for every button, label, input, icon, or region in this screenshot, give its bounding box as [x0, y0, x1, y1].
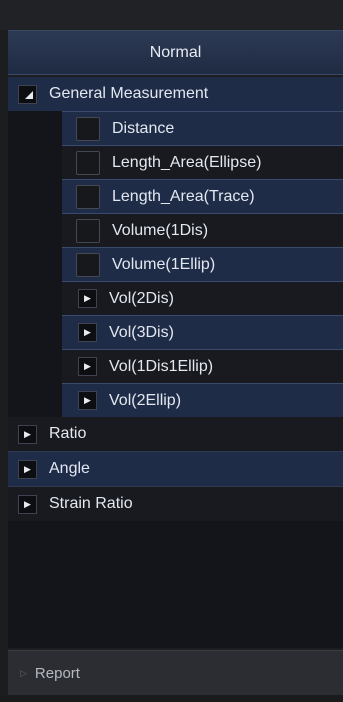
tree-item-volume-1ellip[interactable]: Volume(1Ellip) [62, 247, 343, 281]
tree-item-length-area-ellipse[interactable]: Length_Area(Ellipse) [62, 145, 343, 179]
report-label: Report [34, 664, 80, 682]
tree-item-vol-3dis[interactable]: ▶ Vol(3Dis) [62, 315, 343, 349]
tree-item-vol-2dis[interactable]: ▶ Vol(2Dis) [62, 281, 343, 315]
mode-title: Normal [149, 43, 202, 61]
tree-item-label: General Measurement [49, 85, 209, 102]
tree-item-label: Volume(1Ellip) [112, 255, 216, 273]
tree-item-vol-2ellip[interactable]: ▶ Vol(2Ellip) [62, 383, 343, 417]
tree-item-label: Vol(2Dis) [109, 289, 174, 307]
chevron-right-icon: ▷ [20, 667, 27, 678]
expanded-triangle-icon[interactable] [18, 84, 37, 104]
checkbox-icon[interactable] [76, 150, 100, 175]
tree-item-label: Vol(3Dis) [109, 323, 174, 341]
checkbox-icon[interactable] [76, 218, 100, 243]
checkbox-icon[interactable] [76, 184, 100, 209]
measurement-tree: General Measurement Distance Length_Area… [8, 77, 343, 648]
collapsed-triangle-icon[interactable]: ▶ [18, 494, 37, 514]
collapsed-triangle-icon[interactable]: ▶ [78, 357, 97, 376]
measurement-panel: Normal General Measurement Distance Leng… [0, 0, 343, 702]
tree-item-label: Volume(1Dis) [112, 221, 209, 239]
tree-item-label: Vol(2Ellip) [109, 391, 182, 409]
tree-item-length-area-trace[interactable]: Length_Area(Trace) [62, 179, 343, 213]
tree-item-label: Ratio [49, 425, 87, 442]
tree-item-label: Strain Ratio [49, 495, 133, 512]
collapsed-triangle-icon[interactable]: ▶ [78, 391, 97, 410]
tree-item-strain-ratio[interactable]: ▶ Strain Ratio [8, 487, 343, 521]
mode-header[interactable]: Normal [8, 30, 343, 75]
collapsed-triangle-icon[interactable]: ▶ [78, 323, 97, 342]
top-strip [0, 0, 343, 30]
report-section[interactable]: ▷ Report [8, 650, 343, 695]
collapsed-triangle-icon[interactable]: ▶ [78, 289, 97, 308]
tree-item-label: Distance [112, 119, 175, 137]
collapsed-triangle-icon[interactable]: ▶ [18, 424, 37, 444]
tree-item-distance[interactable]: Distance [62, 111, 343, 145]
tree-item-label: Length_Area(Ellipse) [112, 153, 262, 171]
tree-item-label: Angle [49, 460, 90, 477]
checkbox-icon[interactable] [76, 252, 100, 277]
tree-item-label: Vol(1Dis1Ellip) [109, 357, 214, 375]
tree-item-label: Length_Area(Trace) [112, 187, 255, 205]
tree-item-angle[interactable]: ▶ Angle [8, 452, 343, 486]
tree-item-volume-1dis[interactable]: Volume(1Dis) [62, 213, 343, 247]
collapsed-triangle-icon[interactable]: ▶ [18, 459, 37, 479]
checkbox-icon[interactable] [76, 116, 100, 141]
tree-item-general-measurement[interactable]: General Measurement [8, 77, 343, 111]
tree-item-vol-1dis1ellip[interactable]: ▶ Vol(1Dis1Ellip) [62, 349, 343, 383]
tree-item-ratio[interactable]: ▶ Ratio [8, 417, 343, 451]
bottom-strip [0, 695, 343, 702]
